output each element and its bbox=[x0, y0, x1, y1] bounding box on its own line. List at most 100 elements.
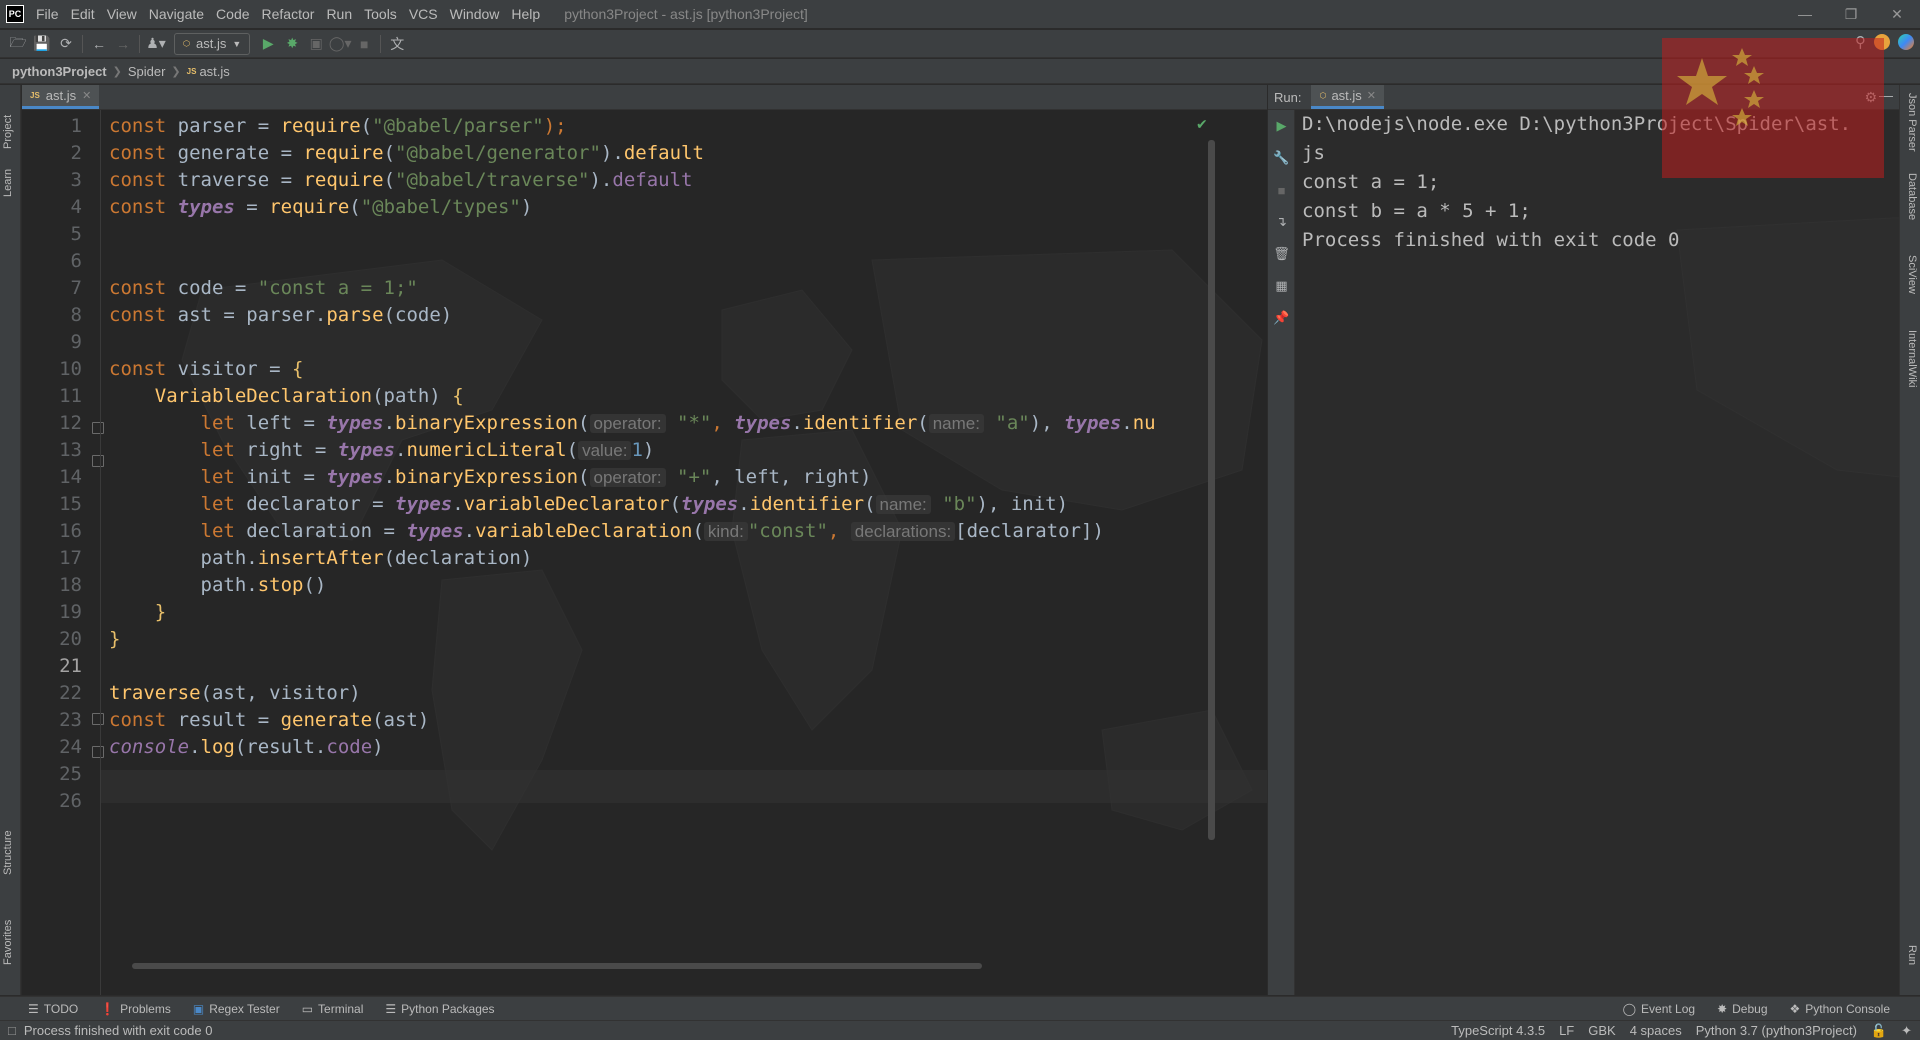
tool-tab-json-parser[interactable]: Json Parser bbox=[1906, 93, 1918, 152]
horizontal-scrollbar[interactable] bbox=[132, 963, 982, 969]
status-bar: □ Process finished with exit code 0 Type… bbox=[0, 1020, 1920, 1040]
lock-icon[interactable]: 🔓 bbox=[1871, 1023, 1887, 1039]
tool-tab-favorites[interactable]: Favorites bbox=[2, 920, 14, 965]
close-tab-icon[interactable]: ✕ bbox=[82, 89, 91, 102]
vertical-scrollbar[interactable] bbox=[1208, 140, 1215, 840]
python-console-tab[interactable]: ❖ Python Console bbox=[1790, 1002, 1891, 1016]
chevron-down-icon: ▼ bbox=[232, 38, 242, 49]
typescript-version[interactable]: TypeScript 4.3.5 bbox=[1451, 1023, 1545, 1039]
restore-icon[interactable]: ❐ bbox=[1828, 0, 1874, 28]
fold-marker-icon[interactable] bbox=[92, 713, 104, 725]
toolbar-divider bbox=[380, 34, 382, 53]
title-bar: PC File Edit View Navigate Code Refactor… bbox=[0, 0, 1920, 28]
console-output[interactable]: D:\nodejs\node.exe D:\python3Project\Spi… bbox=[1296, 110, 1899, 995]
status-panel-icon[interactable]: □ bbox=[8, 1023, 16, 1038]
problems-tab[interactable]: ❗ Problems bbox=[100, 1002, 171, 1016]
line-separator[interactable]: LF bbox=[1559, 1023, 1574, 1039]
menu-edit[interactable]: Edit bbox=[65, 0, 101, 28]
stop-icon[interactable]: ■ bbox=[352, 33, 376, 55]
menu-bar: File Edit View Navigate Code Refactor Ru… bbox=[30, 0, 546, 28]
run-icon[interactable]: ▶ bbox=[256, 33, 280, 55]
breadcrumb-folder[interactable]: Spider bbox=[128, 64, 166, 79]
console-line: js bbox=[1302, 142, 1325, 164]
tool-tab-database[interactable]: Database bbox=[1906, 173, 1918, 220]
line-number-gutter: 1 2 3 4 5 6 7 8 9 10 11 12 13 14 15 16 1… bbox=[22, 110, 104, 995]
todo-tab[interactable]: ☰ TODO bbox=[28, 1002, 78, 1016]
python-interpreter[interactable]: Python 3.7 (python3Project) bbox=[1696, 1023, 1857, 1039]
flag-watermark-icon bbox=[1662, 38, 1884, 178]
menu-refactor[interactable]: Refactor bbox=[256, 0, 321, 28]
save-icon[interactable]: 💾 bbox=[30, 33, 54, 55]
menu-view[interactable]: View bbox=[101, 0, 143, 28]
breadcrumb-project[interactable]: python3Project bbox=[12, 64, 107, 79]
debug-icon[interactable]: ✸ bbox=[280, 33, 304, 55]
profile-icon[interactable]: ◯▾ bbox=[328, 33, 352, 55]
run-configuration-select[interactable]: ⬡ ast.js ▼ bbox=[174, 32, 251, 55]
python-packages-tab[interactable]: ☰ Python Packages bbox=[385, 1002, 494, 1016]
sync-icon[interactable]: ⟳ bbox=[54, 33, 78, 55]
forward-icon[interactable]: → bbox=[111, 33, 135, 55]
minimize-icon[interactable]: — bbox=[1782, 0, 1828, 28]
pycharm-logo-icon: PC bbox=[6, 5, 24, 23]
fold-marker-icon[interactable] bbox=[92, 746, 104, 758]
close-icon[interactable]: ✕ bbox=[1874, 0, 1920, 28]
js-file-icon: JS bbox=[186, 66, 197, 76]
menu-code[interactable]: Code bbox=[210, 0, 255, 28]
editor-tab-label: ast.js bbox=[45, 88, 77, 103]
jetbrains-toolbox-icon[interactable] bbox=[1898, 34, 1914, 50]
tool-tab-structure[interactable]: Structure bbox=[2, 830, 14, 875]
regex-icon: ▣ bbox=[192, 1001, 205, 1016]
soft-wrap-icon[interactable]: ↴ bbox=[1268, 206, 1295, 238]
git-icon[interactable]: ✦ bbox=[1901, 1023, 1912, 1039]
menu-window[interactable]: Window bbox=[444, 0, 506, 28]
tool-tab-sciview[interactable]: SciView bbox=[1906, 255, 1918, 294]
regex-tester-tab[interactable]: ▣ Regex Tester bbox=[193, 1002, 280, 1016]
coverage-icon[interactable]: ▣ bbox=[304, 33, 328, 55]
right-tool-strip: Json Parser Database SciView InternalWik… bbox=[1899, 85, 1920, 995]
terminal-tab[interactable]: ▭ Terminal bbox=[302, 1002, 364, 1016]
menu-run[interactable]: Run bbox=[320, 0, 358, 28]
fold-marker-icon[interactable] bbox=[92, 422, 104, 434]
run-tab-label: ast.js bbox=[1331, 88, 1362, 103]
code-editor[interactable]: 1 2 3 4 5 6 7 8 9 10 11 12 13 14 15 16 1… bbox=[22, 110, 1267, 995]
inspection-ok-icon[interactable]: ✔ bbox=[1196, 116, 1208, 133]
menu-file[interactable]: File bbox=[30, 0, 65, 28]
tool-tab-project[interactable]: Project bbox=[2, 115, 14, 149]
user-icon[interactable]: ♟▾ bbox=[144, 33, 168, 55]
main-toolbar: 🗁 💾 ⟳ ← → ♟▾ ⬡ ast.js ▼ ▶ ✸ ▣ ◯▾ ■ 文 ⚲ bbox=[0, 30, 1920, 58]
debug-tab[interactable]: ✸ Debug bbox=[1717, 1002, 1767, 1016]
menu-help[interactable]: Help bbox=[505, 0, 546, 28]
tool-tab-internalwiki[interactable]: InternalWiki bbox=[1906, 330, 1918, 387]
chevron-right-icon: ❯ bbox=[171, 65, 181, 78]
editor-tab-ast-js[interactable]: JS ast.js ✕ bbox=[22, 85, 100, 109]
nodejs-icon: ⬡ bbox=[183, 39, 190, 48]
tool-tab-learn[interactable]: Learn bbox=[2, 169, 14, 197]
js-file-icon: JS bbox=[30, 91, 40, 100]
tool-tab-run[interactable]: Run bbox=[1906, 945, 1918, 965]
file-encoding[interactable]: GBK bbox=[1588, 1023, 1615, 1039]
back-icon[interactable]: ← bbox=[87, 33, 111, 55]
left-tool-strip: Project Learn Structure Favorites bbox=[0, 85, 21, 995]
indent-setting[interactable]: 4 spaces bbox=[1630, 1023, 1682, 1039]
run-configuration-label: ast.js bbox=[195, 36, 227, 51]
menu-navigate[interactable]: Navigate bbox=[143, 0, 210, 28]
translate-icon[interactable]: 文 bbox=[385, 33, 409, 55]
console-line: Process finished with exit code 0 bbox=[1302, 229, 1680, 251]
open-folder-icon[interactable]: 🗁 bbox=[6, 33, 30, 55]
rerun-icon[interactable]: ▶ bbox=[1268, 110, 1295, 142]
trash-icon[interactable]: 🗑 bbox=[1268, 238, 1295, 270]
stop-icon[interactable]: ■ bbox=[1268, 174, 1295, 206]
breadcrumb-file[interactable]: ast.js bbox=[199, 64, 229, 79]
menu-vcs[interactable]: VCS bbox=[403, 0, 444, 28]
menu-tools[interactable]: Tools bbox=[358, 0, 403, 28]
layout-icon[interactable]: ▦ bbox=[1268, 270, 1295, 302]
pin-icon[interactable]: 📌 bbox=[1268, 302, 1295, 334]
python-icon: ❖ bbox=[1789, 1001, 1801, 1016]
run-tab-ast-js[interactable]: ⬡ ast.js ✕ bbox=[1311, 85, 1385, 109]
close-tab-icon[interactable]: ✕ bbox=[1367, 89, 1376, 102]
fold-marker-icon[interactable] bbox=[92, 455, 104, 467]
run-panel-label: Run: bbox=[1274, 89, 1302, 105]
wrench-icon[interactable]: 🔧 bbox=[1268, 142, 1295, 174]
event-log-tab[interactable]: ◯ Event Log bbox=[1623, 1002, 1695, 1016]
window-controls: — ❐ ✕ bbox=[1782, 0, 1920, 28]
